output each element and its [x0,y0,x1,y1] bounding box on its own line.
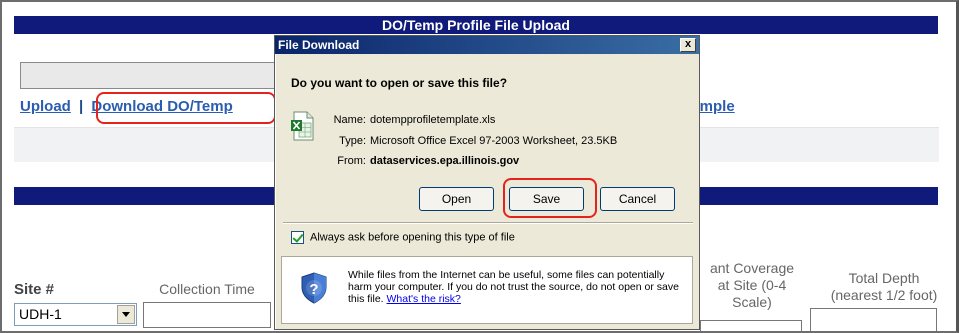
cancel-button[interactable]: Cancel [600,187,675,211]
file-source-row: From: dataservices.epa.illinois.gov [309,155,519,167]
always-ask-checkbox[interactable] [291,231,304,244]
link-separator: | [79,98,84,115]
page-title: DO/Temp Profile File Upload [14,16,938,34]
always-ask-label: Always ask before opening this type of f… [310,231,515,244]
plant-coverage-input[interactable] [700,320,802,331]
download-link-highlight [96,92,276,124]
open-button[interactable]: Open [419,187,494,211]
site-select-value: UDH-1 [19,306,62,322]
security-warning-panel: ? While files from the Internet can be u… [281,256,693,324]
file-source: dataservices.epa.illinois.gov [370,155,520,167]
collection-time-column-label: Collection Time [159,281,255,297]
dialog-separator [283,222,693,224]
site-select[interactable]: UDH-1 [14,303,137,326]
file-download-dialog: File Download x Do you want to open or s… [274,35,700,330]
dialog-title-bar: File Download x [275,36,699,54]
chevron-down-icon[interactable] [117,305,135,324]
save-button-highlight [503,178,597,218]
total-depth-column-label: Total Depth (nearest 1/2 foot) [830,270,938,303]
name-label: Name: [333,114,366,126]
file-type-row: Type: Microsoft Office Excel 97-2003 Work… [309,135,617,147]
collection-time-input[interactable] [143,302,271,328]
security-warning-text: While files from the Internet can be use… [348,269,688,305]
total-depth-input[interactable] [810,308,937,331]
svg-text:?: ? [309,281,318,298]
type-label: Type: [339,135,366,147]
whats-the-risk-link[interactable]: What's the risk? [387,293,461,305]
dialog-title: File Download [278,38,360,52]
file-type: Microsoft Office Excel 97-2003 Worksheet… [370,135,618,147]
plant-coverage-column-label: ant Coverage at Site (0-4 Scale) [709,260,795,310]
dialog-question: Do you want to open or save this file? [291,76,508,90]
upload-link[interactable]: Upload [20,98,71,115]
from-label: From: [337,155,366,167]
site-column-label: Site # [14,281,55,298]
file-name: dotempprofiletemplate.xls [370,114,496,126]
always-ask-option[interactable]: Always ask before opening this type of f… [291,231,515,244]
web-page: DO/Temp Profile File Upload Upload | Dow… [0,0,959,333]
shield-question-icon: ? [301,272,327,304]
file-name-row: Name: dotempprofiletemplate.xls [309,114,496,126]
close-icon[interactable]: x [680,38,696,52]
